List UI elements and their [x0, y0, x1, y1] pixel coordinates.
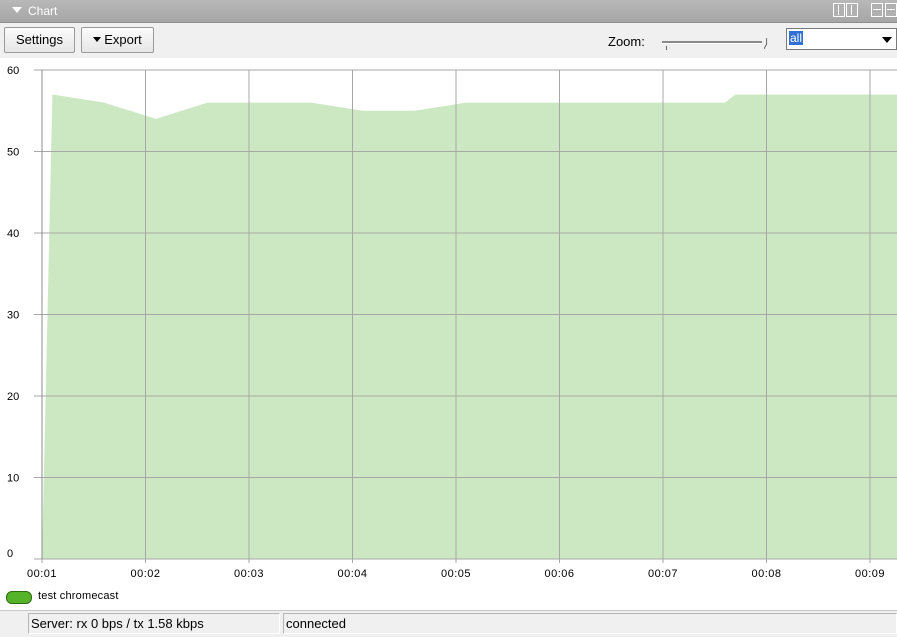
x-tick-label: 00:01 [27, 568, 57, 580]
legend-swatch [6, 591, 32, 604]
layout-rows-icon[interactable] [871, 3, 883, 17]
area-chart: 0 10 20 30 40 50 60 00:01 00:02 00:03 00:04 00:05 00… [7, 65, 897, 580]
x-tick-label: 00:05 [441, 568, 471, 580]
export-button[interactable]: Export [81, 27, 154, 53]
chevron-down-icon[interactable] [882, 37, 892, 43]
layout-rows-alt-icon[interactable] [885, 3, 897, 17]
series-area-test-chromecast [42, 94, 897, 559]
zoom-slider-track [662, 41, 762, 44]
x-tick-label: 00:06 [544, 568, 574, 580]
layout-columns-icon[interactable] [833, 3, 845, 17]
dropdown-arrow-icon [93, 37, 102, 43]
status-bar: Server: rx 0 bps / tx 1.58 kbps connecte… [0, 610, 897, 637]
window-title-bar[interactable]: Chart [0, 0, 897, 23]
zoom-slider-tick [666, 46, 667, 50]
x-tick-label: 00:08 [751, 568, 781, 580]
y-tick-label: 50 [7, 147, 19, 159]
x-tick-label: 00:03 [234, 568, 264, 580]
x-tick-label: 00:02 [130, 568, 160, 580]
x-tick-label: 00:07 [648, 568, 678, 580]
zoom-slider[interactable] [662, 36, 772, 54]
x-tick-label: 00:04 [337, 568, 367, 580]
x-tick-label: 00:09 [855, 568, 885, 580]
connection-status: connected [283, 613, 897, 634]
collapse-triangle-icon[interactable] [12, 7, 22, 13]
window-title: Chart [28, 4, 58, 18]
server-status: Server: rx 0 bps / tx 1.58 kbps [28, 613, 280, 634]
y-tick-label: 60 [7, 65, 19, 77]
chart-area: 0 10 20 30 40 50 60 00:01 00:02 00:03 00:04 00:05 00… [0, 58, 897, 586]
chart-toolbar: Settings Export Zoom: all [0, 23, 897, 58]
legend-label: test chromecast [38, 590, 119, 602]
layout-columns-alt-icon[interactable] [846, 3, 858, 17]
export-label: Export [104, 32, 142, 47]
y-tick-label: 30 [7, 310, 19, 322]
y-tick-label: 0 [7, 548, 13, 560]
y-tick-label: 20 [7, 391, 19, 403]
settings-button[interactable]: Settings [4, 27, 75, 53]
zoom-select-value: all [789, 31, 804, 45]
zoom-select[interactable]: all [786, 28, 897, 50]
y-tick-label: 40 [7, 228, 19, 240]
y-tick-label: 10 [7, 473, 19, 485]
zoom-slider-thumb-icon[interactable] [764, 36, 768, 51]
zoom-label: Zoom: [608, 34, 645, 49]
